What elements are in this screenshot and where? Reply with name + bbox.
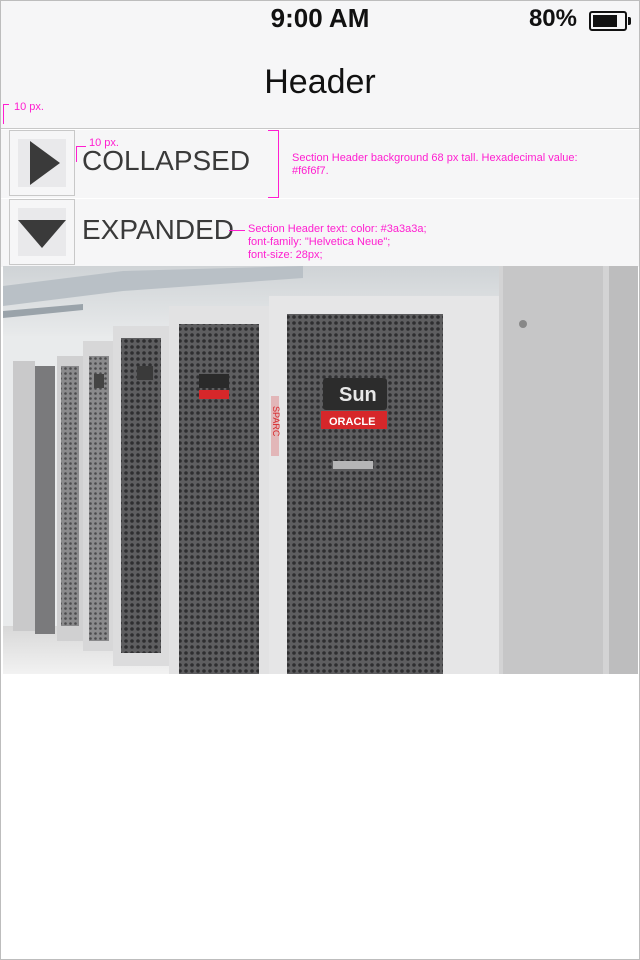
- expand-toggle-button[interactable]: [9, 130, 75, 196]
- background-note-line1: Section Header background 68 px tall. He…: [292, 152, 578, 164]
- sun-oracle-badge: Sun ORACLE: [321, 378, 387, 429]
- status-bar: 9:00 AM 80%: [1, 1, 639, 41]
- text-leader-line: [229, 230, 245, 231]
- background-note-line2: #f6f6f7.: [292, 165, 329, 177]
- text-note-line1: Section Header text: color: #3a3a3a;: [248, 223, 427, 235]
- toggle-icon-bg: [18, 139, 66, 187]
- brand-text: Sun: [339, 384, 377, 406]
- inner-bracket-left: [76, 146, 77, 162]
- inner-bracket-top: [76, 146, 86, 147]
- battery-fill: [593, 15, 617, 27]
- collapse-toggle-button[interactable]: [9, 199, 75, 265]
- height-bracket: [268, 130, 279, 198]
- text-note-line3: font-size: 28px;: [248, 249, 323, 261]
- navigation-bar: Header: [1, 41, 639, 129]
- text-annotation: Section Header text: color: #3a3a3a; fon…: [248, 223, 628, 262]
- battery-nub: [628, 17, 631, 25]
- server-rack-photo: Sun ORACLE SPARC: [3, 266, 638, 674]
- margin-annotation: 10 px.: [14, 101, 44, 113]
- logo-text: ORACLE: [329, 416, 375, 428]
- toggle-icon-bg: [18, 208, 66, 256]
- triangle-right-icon: [30, 141, 60, 185]
- inner-margin-annotation: 10 px.: [89, 137, 119, 149]
- battery-percent: 80%: [528, 5, 577, 32]
- background-annotation: Section Header background 68 px tall. He…: [292, 152, 637, 178]
- battery-icon: [589, 11, 631, 31]
- section-label-expanded: EXPANDED: [82, 214, 234, 245]
- nav-title: Header: [264, 63, 376, 101]
- text-note-line2: font-family: "Helvetica Neue";: [248, 236, 391, 248]
- rack-label: SPARC: [271, 406, 281, 437]
- margin-bracket-left: [3, 104, 4, 124]
- triangle-down-icon: [18, 220, 66, 248]
